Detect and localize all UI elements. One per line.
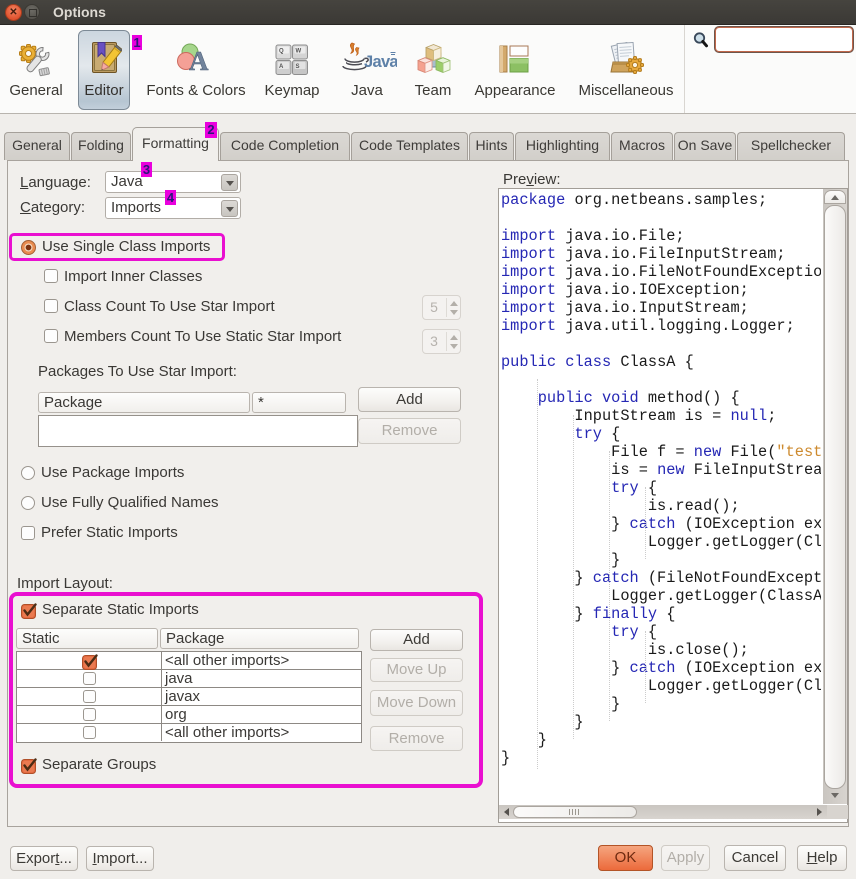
svg-text:A: A: [189, 46, 209, 75]
svg-text:Q: Q: [279, 49, 284, 55]
svg-text:S: S: [296, 64, 300, 70]
svg-text:A: A: [279, 64, 284, 70]
svg-text:Java: Java: [364, 53, 397, 71]
svg-text:W: W: [296, 49, 302, 55]
